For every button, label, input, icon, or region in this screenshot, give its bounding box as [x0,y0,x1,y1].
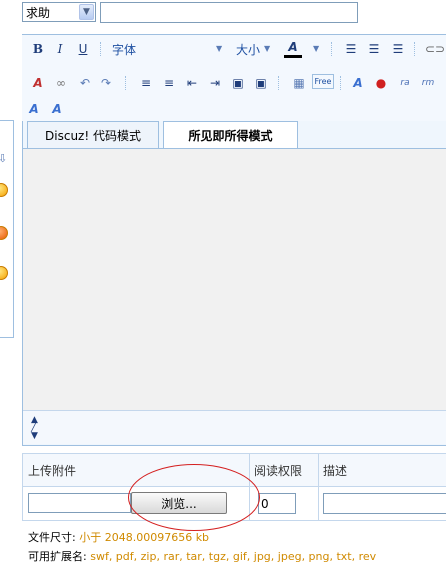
column-divider [318,454,319,520]
image-float-right-icon[interactable]: ▣ [252,74,270,92]
table-icon[interactable]: ▦ [290,74,308,92]
chevron-down-icon: ▼ [79,4,94,20]
chevron-down-icon: ▼ [264,44,271,53]
file-path-field[interactable] [28,493,131,513]
editor-resize-bar [23,410,446,444]
indent-icon[interactable]: ⇥ [206,74,224,92]
resize-handle-icon[interactable]: ▲ ╱ ▼ [31,416,49,441]
toolbar-divider [125,76,126,90]
chevron-down-icon: ▼ [216,44,223,53]
real-audio-icon[interactable]: ra [396,74,414,92]
font-style-icon[interactable]: A [25,100,43,118]
tab-discuz-code[interactable]: Discuz! 代码模式 [27,121,159,149]
bold-icon[interactable]: B [29,40,47,58]
toolbar-divider [414,42,415,56]
extensions-label: 可用扩展名: [28,550,87,563]
toolbar-divider [100,42,101,56]
annotation-ellipse [128,464,260,531]
file-size-label: 文件尺寸: [28,531,76,544]
unlink-icon[interactable]: ∞ [52,74,70,92]
description-header: 描述 [323,464,348,478]
description-input[interactable] [323,493,446,514]
real-media-icon[interactable]: rm [419,74,437,92]
extensions-value: swf, pdf, zip, rar, tar, tgz, gif, jpg, … [90,550,377,563]
free-tag-icon[interactable]: Free [312,74,334,89]
align-right-icon[interactable]: ☰ [389,40,407,58]
remove-format-icon[interactable]: A [29,74,47,92]
upload-attachment-header: 上传附件 [28,464,77,478]
subject-input[interactable] [100,2,358,23]
ordered-list-icon[interactable]: ≡ [137,74,155,92]
qq-icon[interactable]: ● [372,74,390,92]
outdent-icon[interactable]: ⇤ [183,74,201,92]
category-select[interactable]: 求助 ▼ [22,2,96,22]
tab-wysiwyg[interactable]: 所见即所得模式 [163,121,298,149]
redo-icon[interactable]: ↷ [97,74,115,92]
unordered-list-icon[interactable]: ≡ [160,74,178,92]
toolbar-divider [331,42,332,56]
editor-content-area[interactable] [23,148,446,410]
align-left-icon[interactable]: ☰ [342,40,360,58]
align-center-icon[interactable]: ☰ [365,40,383,58]
italic-icon[interactable]: I [51,40,69,58]
font-size-dropdown[interactable]: 大小 [236,41,260,58]
toolbar-divider [340,76,341,90]
font-style-icon[interactable]: A [349,74,367,92]
chevron-down-icon: ▼ [313,44,320,53]
toolbar-divider [278,76,279,90]
underline-icon[interactable]: U [74,40,92,58]
font-family-dropdown[interactable]: 字体 [112,41,136,58]
image-float-left-icon[interactable]: ▣ [229,74,247,92]
category-select-value: 求助 [26,5,51,20]
link-icon[interactable]: ⊂⊃ [425,40,445,58]
permission-header: 阅读权限 [254,464,303,478]
extensions-info: 可用扩展名: swf, pdf, zip, rar, tar, tgz, gif… [28,548,376,564]
file-size-value: 小于 2048.00097656 kb [79,531,210,544]
font-color-icon[interactable]: A [284,38,302,58]
file-size-info: 文件尺寸: 小于 2048.00097656 kb [28,529,209,545]
read-permission-input[interactable]: 0 [258,493,296,514]
undo-icon[interactable]: ↶ [76,74,94,92]
font-style-icon[interactable]: A [48,100,66,118]
arrow-down-icon[interactable]: ⇩ [0,152,7,165]
